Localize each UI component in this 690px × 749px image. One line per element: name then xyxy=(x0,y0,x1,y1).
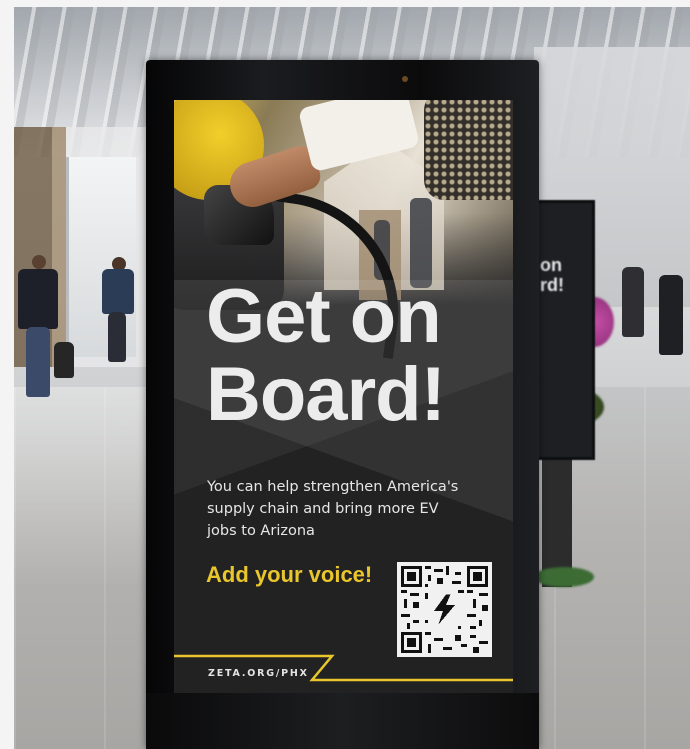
qr-code[interactable] xyxy=(397,562,492,657)
traveler-legs xyxy=(108,312,126,362)
traveler-head xyxy=(32,255,46,269)
body-line2: supply chain and bring more EV xyxy=(207,501,439,517)
poster-cta: Add your voice! xyxy=(206,562,373,587)
kiosk-sensor xyxy=(402,76,408,82)
headline-line2: Board! xyxy=(206,352,446,437)
background-kiosk-text: on rd! xyxy=(540,255,590,295)
poster-headline: Get on Board! xyxy=(206,278,496,434)
headline-line1: Get on xyxy=(206,274,442,359)
traveler xyxy=(102,269,134,314)
body-line1: You can help strengthen America's xyxy=(207,479,459,495)
floor-reflection xyxy=(14,387,164,587)
body-line3: jobs to Arizona xyxy=(207,523,315,539)
traveler xyxy=(622,267,644,337)
kiosk-base xyxy=(146,693,539,749)
traveler xyxy=(18,269,58,329)
background-kiosk-line1: on xyxy=(540,255,562,275)
background-kiosk xyxy=(535,200,595,460)
poster-url[interactable]: ZETA.ORG/PHX xyxy=(208,668,309,679)
traveler-legs xyxy=(26,327,50,397)
background-kiosk-line2: rd! xyxy=(540,275,564,295)
qr-code-pattern xyxy=(401,566,488,653)
poster-content: Get on Board! You can help strengthen Am… xyxy=(174,100,513,693)
rolling-suitcase xyxy=(54,342,74,378)
planter-base xyxy=(534,567,594,587)
traveler xyxy=(659,275,683,355)
poster-body: You can help strengthen America's supply… xyxy=(207,476,477,542)
